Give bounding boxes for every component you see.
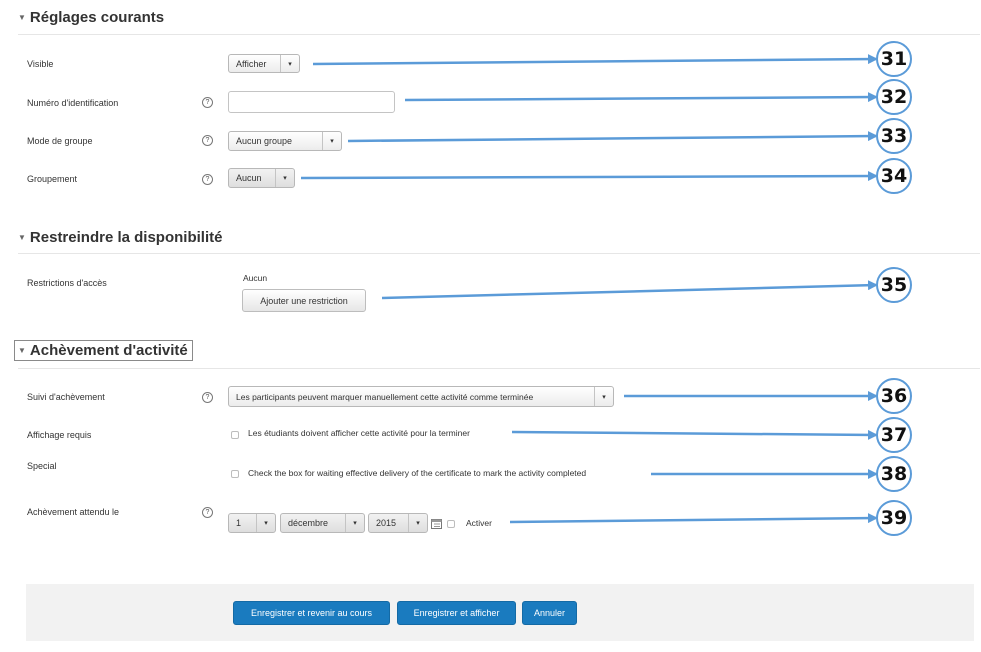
annotation-arrows — [300, 54, 878, 524]
callout-arrow — [347, 131, 878, 143]
callout-badge-35: 35 — [876, 267, 912, 303]
callout-arrow — [381, 280, 878, 300]
callout-badge-31: 31 — [876, 41, 912, 77]
callout-badge-32: 32 — [876, 79, 912, 115]
callout-arrow — [511, 429, 878, 440]
callout-badge-37: 37 — [876, 417, 912, 453]
callout-arrow — [404, 92, 878, 103]
callout-arrow — [509, 513, 878, 524]
callout-badge-33: 33 — [876, 118, 912, 154]
callout-badge-38: 38 — [876, 456, 912, 492]
callout-badge-34: 34 — [876, 158, 912, 194]
callout-arrow — [300, 171, 878, 182]
callout-arrow — [312, 54, 878, 66]
callout-badge-36: 36 — [876, 378, 912, 414]
callout-badge-39: 39 — [876, 500, 912, 536]
